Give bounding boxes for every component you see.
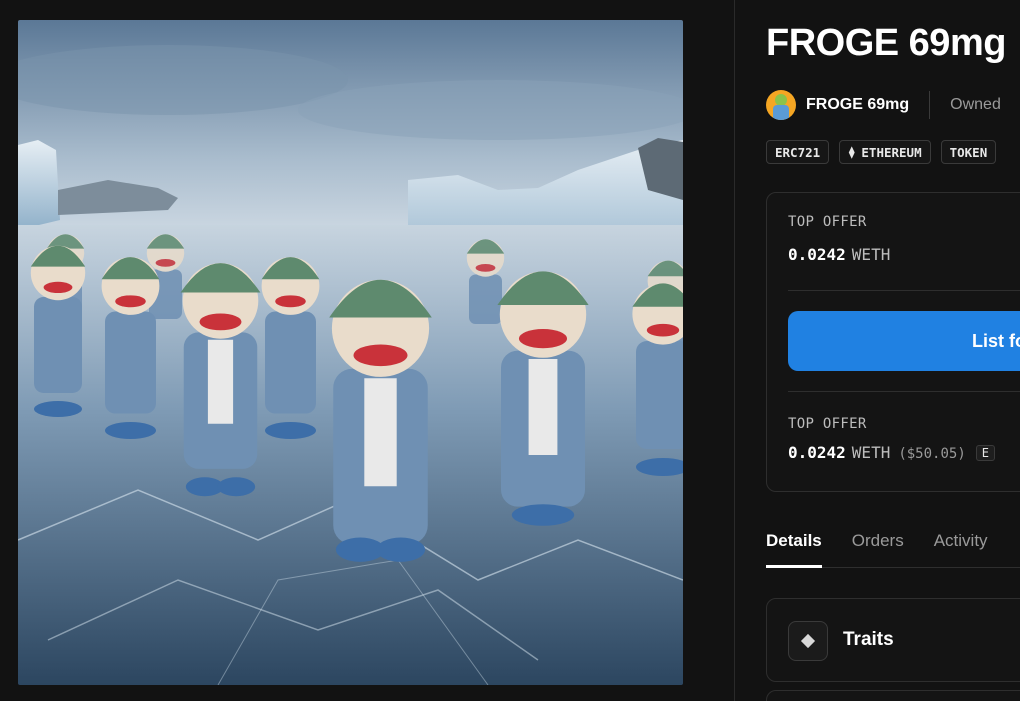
second-top-offer-label: TOP OFFER [788, 416, 867, 432]
offer-divider [788, 391, 1020, 392]
next-section-card[interactable] [766, 690, 1020, 701]
token-id-chip[interactable]: TOKEN [940, 140, 997, 164]
offer-card: TOP OFFER 0.0242 WETH List fo TOP OFFER 0… [766, 192, 1020, 492]
token-chips: ERC721 ⧫ ETHEREUM TOKEN [766, 140, 997, 164]
top-offer-value: 0.0242 WETH [788, 245, 890, 264]
tab-activity[interactable]: Activity [934, 528, 988, 568]
top-offer-amount: 0.0242 [788, 245, 846, 264]
chain-chip[interactable]: ⧫ ETHEREUM [839, 140, 931, 164]
diamond-icon [800, 633, 816, 649]
collection-avatar[interactable] [766, 90, 796, 120]
top-offer-label: TOP OFFER [788, 214, 867, 230]
second-offer-amount: 0.0242 [788, 443, 846, 462]
traits-icon-box [788, 621, 828, 661]
tab-orders[interactable]: Orders [852, 528, 904, 568]
top-offer-currency: WETH [851, 245, 891, 264]
owner-row-divider [929, 91, 931, 119]
owner-row: FROGE 69mg Owned [766, 90, 1001, 120]
second-offer-currency: WETH [851, 443, 891, 462]
collection-name-link[interactable]: FROGE 69mg [806, 96, 909, 114]
media-panel [0, 0, 735, 701]
list-for-sale-button[interactable]: List fo [788, 311, 1020, 371]
second-top-offer-value: 0.0242 WETH ($50.05) E [788, 443, 995, 462]
item-title: FROGE 69mg [766, 22, 1006, 64]
artwork-illustration [18, 20, 683, 685]
item-details-panel: FROGE 69mg FROGE 69mg Owned ERC721 ⧫ ETH… [736, 0, 1020, 701]
offer-badge[interactable]: E [975, 445, 995, 461]
chain-chip-label: ETHEREUM [861, 144, 922, 160]
detail-tabs: Details Orders Activity [766, 528, 1020, 568]
token-standard-chip: ERC721 [766, 140, 830, 164]
traits-label: Traits [843, 629, 894, 650]
second-offer-usd: ($50.05) [898, 446, 966, 462]
owned-by-text: Owned [950, 96, 1001, 113]
offer-divider [788, 290, 1020, 291]
nft-artwork[interactable] [18, 20, 683, 685]
tab-details[interactable]: Details [766, 528, 822, 568]
traits-section[interactable]: Traits [766, 598, 1020, 682]
ethereum-icon: ⧫ [848, 145, 856, 159]
